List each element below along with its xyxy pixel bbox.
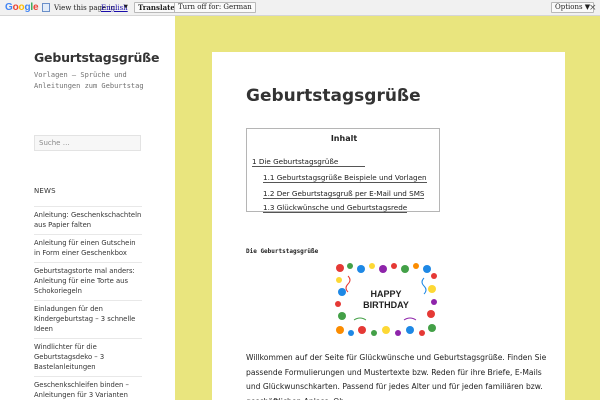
site-description: Vorlagen – Sprüche und Anleitungen zum G… [34,71,144,90]
close-icon[interactable]: × [589,3,597,13]
translate-button[interactable]: Translate [134,2,179,13]
news-list: Anleitung: Geschenkschachteln aus Papier… [34,206,142,400]
happy-birthday-image: HAPPY BIRTHDAY [334,262,438,338]
site-title[interactable]: Geburtstagsgrüße [34,50,159,65]
table-of-contents: Inhalt 1 Die Geburtstagsgrüße 1.1 Geburt… [246,128,440,213]
news-heading: NEWS [34,187,56,195]
toc-link[interactable]: 1 Die Geburtstagsgrüße [252,157,365,167]
news-item[interactable]: Einladungen für den Kindergeburtstag – 3… [34,300,142,338]
toc-title: Inhalt [330,134,358,143]
search-input[interactable]: Suche … [34,135,141,151]
translate-icon [42,3,50,12]
banner-line-1: HAPPY [370,289,401,299]
google-translate-bar: Google View this page in: English ▼ Tran… [0,0,600,16]
options-button[interactable]: Options ▼ [551,2,595,13]
chevron-down-icon[interactable]: ▼ [124,4,128,10]
section-heading: Die Geburtstagsgrüße [246,248,319,255]
news-item[interactable]: Windlichter für die Geburtstagsdeko – 3 … [34,338,142,376]
toc-link[interactable]: 1.1 Geburtstagsgrüße Beispiele und Vorla… [263,173,427,183]
banner-line-2: BIRTHDAY [363,300,409,310]
article-title: Geburtstagsgrüße [246,86,421,106]
google-logo: Google [5,2,39,13]
toc-link[interactable]: 1.3 Glückwünsche und Geburtstagsrede [263,203,408,213]
intro-paragraph: Willkommen auf der Seite für Glückwünsch… [246,353,547,400]
article-card: Geburtstagsgrüße Inhalt 1 Die Geburtstag… [212,52,565,400]
sidebar: Geburtstagsgrüße Vorlagen – Sprüche und … [0,16,175,400]
toc-link[interactable]: 1.2 Der Geburtstagsgruß per E-Mail und S… [263,189,425,199]
news-item[interactable]: Geschenkschleifen binden – Anleitungen f… [34,376,142,400]
news-item[interactable]: Anleitung: Geschenkschachteln aus Papier… [34,206,142,234]
news-item[interactable]: Anleitung für einen Gutschein in Form ei… [34,234,142,262]
turn-off-button[interactable]: Turn off for: German [174,2,256,13]
news-item[interactable]: Geburtstagstorte mal anders: Anleitung f… [34,262,142,300]
